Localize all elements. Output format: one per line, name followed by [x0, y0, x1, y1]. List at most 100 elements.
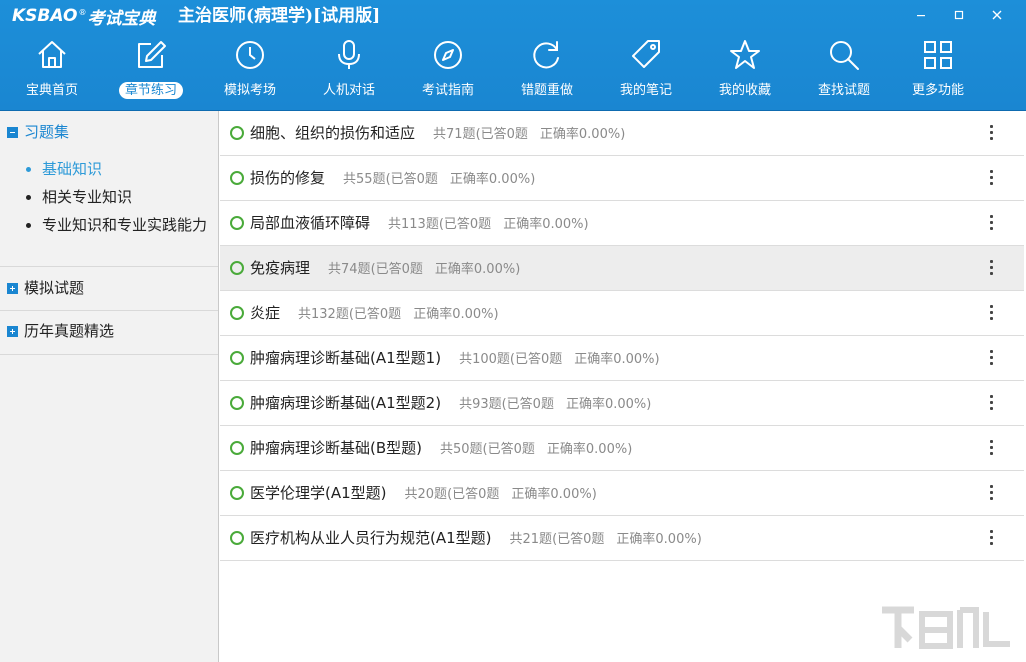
chapter-title: 损伤的修复	[250, 169, 326, 187]
chapter-stats: 共132题(已答0题 正确率0.00%)	[298, 307, 499, 322]
nav-exam-guide-label: 考试指南	[421, 83, 474, 98]
minimize-button[interactable]	[902, 4, 940, 26]
expand-icon[interactable]	[7, 283, 18, 294]
chapter-total: 共74题	[328, 262, 371, 277]
microphone-icon	[338, 40, 360, 69]
chapter-total: 共20题	[404, 487, 448, 502]
more-options-icon[interactable]	[986, 168, 996, 188]
chapter-answered: (已答0题	[348, 307, 402, 322]
chapter-title: 炎症	[250, 304, 281, 322]
chapter-title: 局部血液循环障碍	[250, 214, 371, 232]
nav-my-notes[interactable]: 我的笔记	[606, 34, 686, 106]
nav-more[interactable]: 更多功能	[898, 34, 978, 106]
home-icon	[38, 41, 66, 68]
chapter-accuracy: 正确率0.00%)	[539, 127, 626, 142]
chapter-answered: (已答0题	[552, 532, 605, 547]
logo-registered-mark: ®	[78, 7, 87, 17]
chapter-stats: 共50题(已答0题 正确率0.00%)	[440, 442, 632, 457]
tree-group-past-exams[interactable]: 历年真题精选	[0, 310, 218, 354]
nav-mock-exam-label: 模拟考场	[223, 83, 276, 98]
chapter-row[interactable]: 损伤的修复 共55题(已答0题 正确率0.00%)	[220, 156, 1024, 201]
chapter-row[interactable]: 局部血液循环障碍 共113题(已答0题 正确率0.00%)	[220, 201, 1024, 246]
more-options-icon[interactable]	[986, 438, 996, 458]
chapter-name: 肿瘤病理诊断基础(A1型题1) 共100题(已答0题 正确率0.00%)	[250, 347, 660, 371]
chapter-answered: (已答0题	[385, 172, 438, 187]
nav-dialogue[interactable]: 人机对话	[309, 34, 389, 106]
search-icon	[830, 41, 859, 70]
nav-home[interactable]: 宝典首页	[12, 34, 92, 106]
compass-icon	[434, 41, 462, 69]
nav-mock-exam[interactable]: 模拟考场	[210, 34, 290, 106]
chapter-accuracy: 正确率0.00%)	[413, 307, 499, 322]
window-title: 主治医师(病理学)[试用版]	[178, 6, 381, 26]
nav-favorites-label: 我的收藏	[718, 83, 771, 98]
edit-icon	[138, 41, 166, 68]
status-circle-icon	[230, 261, 244, 275]
more-options-icon[interactable]	[986, 123, 996, 143]
chapter-name: 损伤的修复 共55题(已答0题 正确率0.00%)	[250, 167, 535, 191]
bullet-icon	[26, 167, 31, 172]
chapter-name: 医疗机构从业人员行为规范(A1型题) 共21题(已答0题 正确率0.00%)	[250, 527, 702, 551]
chapter-stats: 共20题(已答0题 正确率0.00%)	[405, 487, 597, 502]
status-circle-icon	[230, 486, 244, 500]
status-circle-icon	[230, 351, 244, 365]
chapter-stats: 共71题(已答0题 正确率0.00%)	[433, 127, 625, 142]
chapter-accuracy: 正确率0.00%)	[503, 217, 589, 232]
more-options-icon[interactable]	[986, 258, 996, 278]
refresh-icon	[533, 41, 559, 69]
more-options-icon[interactable]	[986, 213, 996, 233]
tree-group-exercises[interactable]: 习题集	[0, 111, 218, 155]
tree-item-related-knowledge[interactable]: 相关专业知识	[26, 183, 211, 211]
tree-item-basic-knowledge[interactable]: 基础知识	[26, 155, 211, 183]
chapter-total: 共113题	[388, 217, 439, 232]
category-tree: 习题集 基础知识 相关专业知识 专业知识和专业实践能力 模拟试题 历年真题精选	[0, 111, 219, 662]
more-options-icon[interactable]	[986, 528, 996, 548]
chapter-row[interactable]: 细胞、组织的损伤和适应 共71题(已答0题 正确率0.00%)	[220, 111, 1024, 156]
tree-divider	[0, 354, 218, 355]
nav-search[interactable]: 查找试题	[804, 34, 884, 106]
title-bar: KSBAO ® 考试宝典 主治医师(病理学)[试用版] 宝典首页 章节练习 模拟…	[0, 0, 1026, 111]
chapter-total: 共100题	[459, 352, 510, 367]
tree-item-professional-practice[interactable]: 专业知识和专业实践能力	[26, 211, 211, 239]
bullet-icon	[26, 195, 31, 200]
nav-search-label: 查找试题	[817, 83, 870, 98]
nav-exam-guide[interactable]: 考试指南	[408, 34, 488, 106]
chapter-row[interactable]: 炎症 共132题(已答0题 正确率0.00%)	[220, 291, 1024, 336]
chapter-stats: 共21题(已答0题 正确率0.00%)	[510, 532, 702, 547]
nav-wrong-redo[interactable]: 错题重做	[507, 34, 587, 106]
chapter-row[interactable]: 医学伦理学(A1型题) 共20题(已答0题 正确率0.00%)	[220, 471, 1024, 516]
tag-icon	[632, 40, 660, 68]
star-icon	[730, 40, 760, 69]
chapter-total: 共21题	[509, 532, 553, 547]
tree-group-title: 模拟试题	[24, 279, 85, 297]
chapter-total: 共50题	[440, 442, 483, 457]
chapter-accuracy: 正确率0.00%)	[449, 172, 536, 187]
more-options-icon[interactable]	[986, 483, 996, 503]
close-button[interactable]	[978, 4, 1016, 26]
nav-favorites[interactable]: 我的收藏	[705, 34, 785, 106]
chapter-title: 免疫病理	[250, 259, 311, 277]
chapter-total: 共132题	[298, 307, 349, 322]
nav-dialogue-label: 人机对话	[322, 83, 375, 98]
chapter-accuracy: 正确率0.00%)	[511, 487, 597, 502]
chapter-title: 肿瘤病理诊断基础(A1型题1)	[250, 349, 442, 367]
tree-group-mock-questions[interactable]: 模拟试题	[0, 267, 218, 311]
bullet-icon	[26, 223, 31, 228]
chapter-row[interactable]: 医疗机构从业人员行为规范(A1型题) 共21题(已答0题 正确率0.00%)	[220, 516, 1024, 561]
chapter-row[interactable]: 肿瘤病理诊断基础(A1型题2) 共93题(已答0题 正确率0.00%)	[220, 381, 1024, 426]
chapter-stats: 共93题(已答0题 正确率0.00%)	[459, 397, 651, 412]
expand-icon[interactable]	[7, 326, 18, 337]
chapter-row[interactable]: 肿瘤病理诊断基础(B型题) 共50题(已答0题 正确率0.00%)	[220, 426, 1024, 471]
chapter-row[interactable]: 肿瘤病理诊断基础(A1型题1) 共100题(已答0题 正确率0.00%)	[220, 336, 1024, 381]
chapter-name: 炎症 共132题(已答0题 正确率0.00%)	[250, 302, 499, 326]
maximize-button[interactable]	[940, 4, 978, 26]
status-circle-icon	[230, 441, 244, 455]
more-options-icon[interactable]	[986, 393, 996, 413]
chapter-row[interactable]: 免疫病理 共74题(已答0题 正确率0.00%)	[220, 246, 1024, 291]
chapter-answered: (已答0题	[438, 217, 492, 232]
chapter-total: 共71题	[433, 127, 476, 142]
more-options-icon[interactable]	[986, 303, 996, 323]
nav-chapter-practice[interactable]: 章节练习	[111, 34, 191, 106]
more-options-icon[interactable]	[986, 348, 996, 368]
collapse-icon[interactable]	[7, 127, 18, 138]
